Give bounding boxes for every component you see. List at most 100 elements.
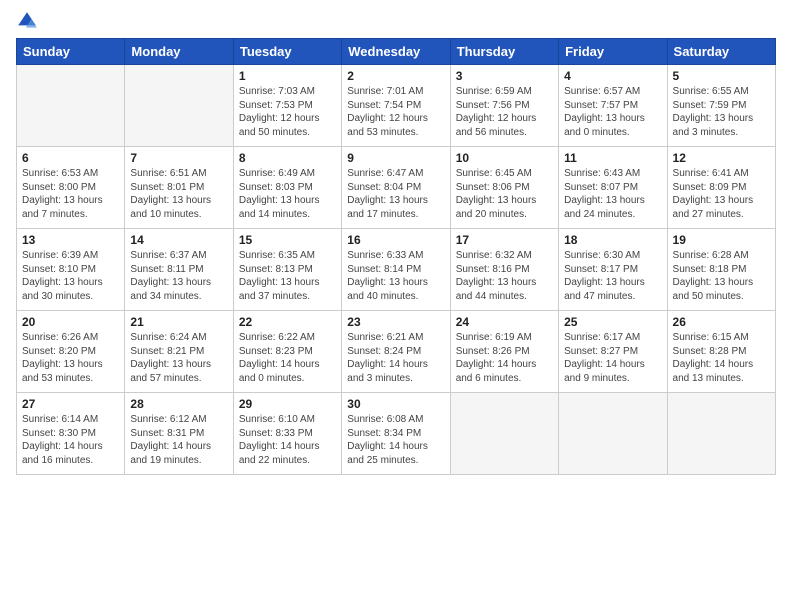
calendar-cell: 30 Sunrise: 6:08 AMSunset: 8:34 PMDayligh… <box>342 393 450 475</box>
calendar: SundayMondayTuesdayWednesdayThursdayFrid… <box>16 38 776 475</box>
day-info: Sunrise: 6:39 AMSunset: 8:10 PMDaylight:… <box>22 249 119 303</box>
day-info: Sunrise: 6:26 AMSunset: 8:20 PMDaylight:… <box>22 331 119 385</box>
calendar-cell: 19 Sunrise: 6:28 AMSunset: 8:18 PMDayligh… <box>667 229 775 311</box>
calendar-cell: 26 Sunrise: 6:15 AMSunset: 8:28 PMDayligh… <box>667 311 775 393</box>
day-info: Sunrise: 6:21 AMSunset: 8:24 PMDaylight:… <box>347 331 444 385</box>
day-number: 13 <box>22 233 119 247</box>
calendar-cell <box>450 393 558 475</box>
weekday-header-tuesday: Tuesday <box>233 39 341 65</box>
day-number: 18 <box>564 233 661 247</box>
day-number: 8 <box>239 151 336 165</box>
day-number: 5 <box>673 69 770 83</box>
calendar-cell <box>125 65 233 147</box>
calendar-cell: 16 Sunrise: 6:33 AMSunset: 8:14 PMDayligh… <box>342 229 450 311</box>
day-number: 19 <box>673 233 770 247</box>
day-info: Sunrise: 6:08 AMSunset: 8:34 PMDaylight:… <box>347 413 444 467</box>
calendar-cell: 15 Sunrise: 6:35 AMSunset: 8:13 PMDayligh… <box>233 229 341 311</box>
day-number: 26 <box>673 315 770 329</box>
day-number: 11 <box>564 151 661 165</box>
calendar-cell: 20 Sunrise: 6:26 AMSunset: 8:20 PMDayligh… <box>17 311 125 393</box>
day-info: Sunrise: 6:59 AMSunset: 7:56 PMDaylight:… <box>456 85 553 139</box>
day-number: 4 <box>564 69 661 83</box>
day-info: Sunrise: 7:01 AMSunset: 7:54 PMDaylight:… <box>347 85 444 139</box>
calendar-cell: 14 Sunrise: 6:37 AMSunset: 8:11 PMDayligh… <box>125 229 233 311</box>
calendar-cell <box>17 65 125 147</box>
calendar-cell: 25Sunrise: 6:17 AMSunset: 8:27 PMDayligh… <box>559 311 667 393</box>
day-info: Sunrise: 6:33 AMSunset: 8:14 PMDaylight:… <box>347 249 444 303</box>
day-info: Sunrise: 6:17 AMSunset: 8:27 PMDaylight:… <box>564 331 661 385</box>
day-number: 14 <box>130 233 227 247</box>
day-number: 27 <box>22 397 119 411</box>
day-info: Sunrise: 7:03 AMSunset: 7:53 PMDaylight:… <box>239 85 336 139</box>
day-info: Sunrise: 6:28 AMSunset: 8:18 PMDaylight:… <box>673 249 770 303</box>
day-number: 3 <box>456 69 553 83</box>
weekday-header-saturday: Saturday <box>667 39 775 65</box>
day-number: 20 <box>22 315 119 329</box>
day-number: 7 <box>130 151 227 165</box>
day-number: 23 <box>347 315 444 329</box>
calendar-cell <box>559 393 667 475</box>
calendar-header-row: SundayMondayTuesdayWednesdayThursdayFrid… <box>17 39 776 65</box>
calendar-cell: 11 Sunrise: 6:43 AMSunset: 8:07 PMDayligh… <box>559 147 667 229</box>
calendar-cell: 4 Sunrise: 6:57 AMSunset: 7:57 PMDaylight… <box>559 65 667 147</box>
day-info: Sunrise: 6:32 AMSunset: 8:16 PMDaylight:… <box>456 249 553 303</box>
calendar-cell: 5 Sunrise: 6:55 AMSunset: 7:59 PMDaylight… <box>667 65 775 147</box>
page: SundayMondayTuesdayWednesdayThursdayFrid… <box>0 0 792 612</box>
calendar-cell: 21 Sunrise: 6:24 AMSunset: 8:21 PMDayligh… <box>125 311 233 393</box>
day-info: Sunrise: 6:10 AMSunset: 8:33 PMDaylight:… <box>239 413 336 467</box>
logo <box>16 10 42 32</box>
calendar-cell: 2Sunrise: 7:01 AMSunset: 7:54 PMDaylight… <box>342 65 450 147</box>
calendar-cell: 7 Sunrise: 6:51 AMSunset: 8:01 PMDaylight… <box>125 147 233 229</box>
calendar-cell: 8 Sunrise: 6:49 AMSunset: 8:03 PMDaylight… <box>233 147 341 229</box>
day-info: Sunrise: 6:47 AMSunset: 8:04 PMDaylight:… <box>347 167 444 221</box>
day-info: Sunrise: 6:22 AMSunset: 8:23 PMDaylight:… <box>239 331 336 385</box>
day-info: Sunrise: 6:41 AMSunset: 8:09 PMDaylight:… <box>673 167 770 221</box>
day-info: Sunrise: 6:57 AMSunset: 7:57 PMDaylight:… <box>564 85 661 139</box>
day-number: 16 <box>347 233 444 247</box>
day-info: Sunrise: 6:37 AMSunset: 8:11 PMDaylight:… <box>130 249 227 303</box>
calendar-cell: 6 Sunrise: 6:53 AMSunset: 8:00 PMDaylight… <box>17 147 125 229</box>
day-number: 15 <box>239 233 336 247</box>
day-info: Sunrise: 6:53 AMSunset: 8:00 PMDaylight:… <box>22 167 119 221</box>
day-number: 12 <box>673 151 770 165</box>
day-info: Sunrise: 6:43 AMSunset: 8:07 PMDaylight:… <box>564 167 661 221</box>
calendar-cell <box>667 393 775 475</box>
calendar-cell: 10 Sunrise: 6:45 AMSunset: 8:06 PMDayligh… <box>450 147 558 229</box>
calendar-week-1: 1 Sunrise: 7:03 AMSunset: 7:53 PMDaylight… <box>17 65 776 147</box>
day-number: 28 <box>130 397 227 411</box>
day-number: 1 <box>239 69 336 83</box>
day-info: Sunrise: 6:55 AMSunset: 7:59 PMDaylight:… <box>673 85 770 139</box>
day-number: 24 <box>456 315 553 329</box>
day-info: Sunrise: 6:30 AMSunset: 8:17 PMDaylight:… <box>564 249 661 303</box>
weekday-header-thursday: Thursday <box>450 39 558 65</box>
day-info: Sunrise: 6:24 AMSunset: 8:21 PMDaylight:… <box>130 331 227 385</box>
calendar-cell: 17 Sunrise: 6:32 AMSunset: 8:16 PMDayligh… <box>450 229 558 311</box>
weekday-header-wednesday: Wednesday <box>342 39 450 65</box>
day-info: Sunrise: 6:45 AMSunset: 8:06 PMDaylight:… <box>456 167 553 221</box>
day-number: 6 <box>22 151 119 165</box>
calendar-cell: 12 Sunrise: 6:41 AMSunset: 8:09 PMDayligh… <box>667 147 775 229</box>
calendar-cell: 28 Sunrise: 6:12 AMSunset: 8:31 PMDayligh… <box>125 393 233 475</box>
day-number: 10 <box>456 151 553 165</box>
day-number: 30 <box>347 397 444 411</box>
calendar-week-4: 20 Sunrise: 6:26 AMSunset: 8:20 PMDayligh… <box>17 311 776 393</box>
day-number: 17 <box>456 233 553 247</box>
calendar-cell: 29 Sunrise: 6:10 AMSunset: 8:33 PMDayligh… <box>233 393 341 475</box>
day-info: Sunrise: 6:15 AMSunset: 8:28 PMDaylight:… <box>673 331 770 385</box>
calendar-cell: 1 Sunrise: 7:03 AMSunset: 7:53 PMDaylight… <box>233 65 341 147</box>
calendar-week-2: 6 Sunrise: 6:53 AMSunset: 8:00 PMDaylight… <box>17 147 776 229</box>
calendar-cell: 23 Sunrise: 6:21 AMSunset: 8:24 PMDayligh… <box>342 311 450 393</box>
weekday-header-friday: Friday <box>559 39 667 65</box>
day-info: Sunrise: 6:19 AMSunset: 8:26 PMDaylight:… <box>456 331 553 385</box>
calendar-cell: 13 Sunrise: 6:39 AMSunset: 8:10 PMDayligh… <box>17 229 125 311</box>
calendar-cell: 27Sunrise: 6:14 AMSunset: 8:30 PMDayligh… <box>17 393 125 475</box>
day-info: Sunrise: 6:49 AMSunset: 8:03 PMDaylight:… <box>239 167 336 221</box>
day-info: Sunrise: 6:51 AMSunset: 8:01 PMDaylight:… <box>130 167 227 221</box>
day-info: Sunrise: 6:12 AMSunset: 8:31 PMDaylight:… <box>130 413 227 467</box>
day-number: 29 <box>239 397 336 411</box>
day-number: 22 <box>239 315 336 329</box>
day-number: 21 <box>130 315 227 329</box>
calendar-cell: 18 Sunrise: 6:30 AMSunset: 8:17 PMDayligh… <box>559 229 667 311</box>
logo-icon <box>16 10 38 32</box>
day-info: Sunrise: 6:35 AMSunset: 8:13 PMDaylight:… <box>239 249 336 303</box>
